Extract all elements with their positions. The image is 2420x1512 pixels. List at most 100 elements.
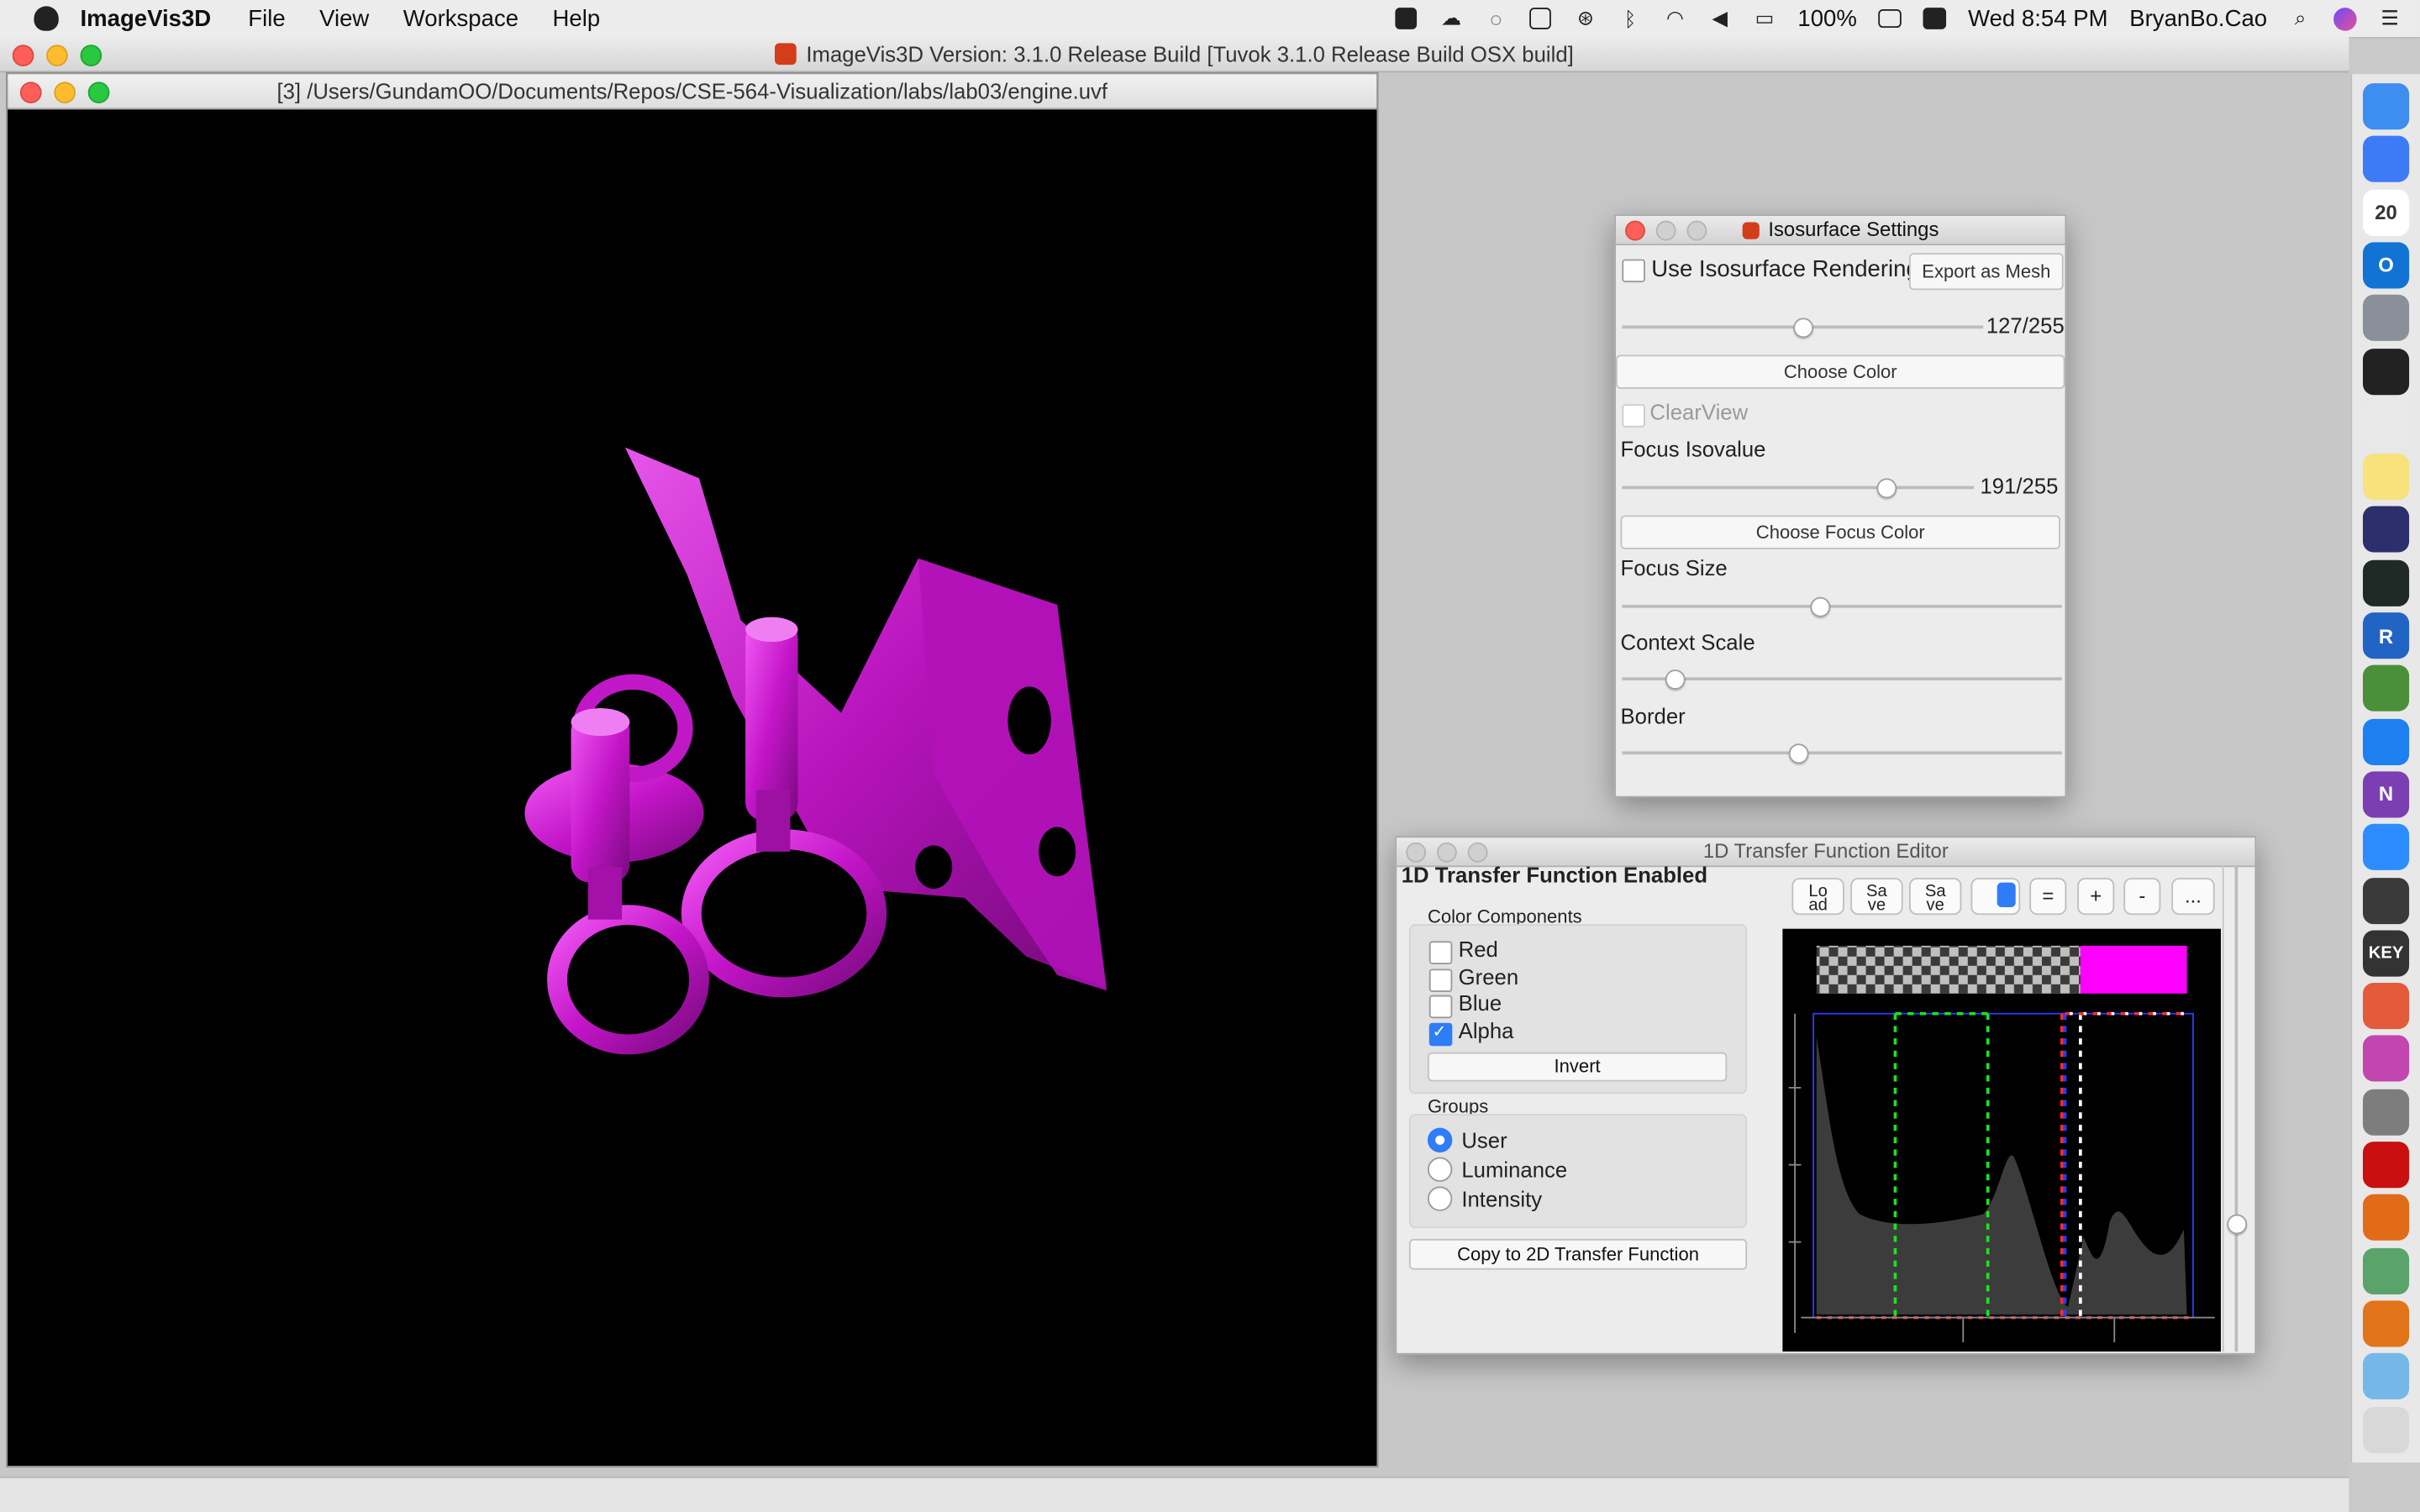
tf-zoom-button[interactable] [1467, 842, 1488, 863]
acrobat-icon[interactable] [2362, 1142, 2410, 1189]
group-intensity-radio[interactable] [1427, 1186, 1453, 1211]
invert-button[interactable]: Invert [1427, 1052, 1728, 1082]
imagevis2-icon[interactable] [2362, 1300, 2410, 1347]
atom-icon[interactable] [2362, 1247, 2410, 1294]
save-as-button[interactable]: Sa ve [1908, 878, 1962, 916]
copy-to-2d-button[interactable]: Copy to 2D Transfer Function [1408, 1238, 1748, 1270]
close-button[interactable] [12, 45, 34, 66]
isosurface-settings-panel: Isosurface Settings Use Isosurface Rende… [1614, 214, 2067, 798]
tf-canvas[interactable] [1782, 928, 2222, 1352]
render-window[interactable]: [3] /Users/GundamOO/Documents/Repos/CSE-… [6, 72, 1379, 1467]
tf-minimize-button[interactable] [1436, 842, 1457, 863]
clock[interactable]: Wed 8:54 PM [1968, 5, 2107, 31]
terminal-icon[interactable] [2362, 348, 2410, 395]
focus-size-slider-track[interactable] [1622, 604, 2062, 608]
apple-menu-icon[interactable] [34, 6, 59, 31]
trash-icon[interactable] [2362, 1406, 2410, 1453]
omnifocus-icon[interactable] [2362, 983, 2410, 1030]
iso-minimize-button[interactable] [1655, 220, 1676, 241]
system-preferences-icon[interactable] [2362, 1089, 2410, 1136]
context-scale-slider-knob[interactable] [1665, 669, 1686, 690]
onenote-icon[interactable]: N [2362, 771, 2410, 818]
imagevis-icon[interactable] [2362, 1194, 2410, 1242]
mode-select[interactable] [1970, 878, 2021, 916]
notes-icon[interactable] [2362, 454, 2410, 501]
notification-center-icon[interactable]: ☰ [2378, 6, 2402, 30]
group-luminance-option[interactable]: Luminance [1427, 1157, 1567, 1182]
menu-file[interactable]: File [248, 5, 285, 31]
more-button[interactable]: ... [2171, 878, 2215, 916]
focus-size-slider-knob[interactable] [1810, 596, 1831, 617]
focus-isovalue-slider-track[interactable] [1622, 486, 1975, 490]
minus-button[interactable]: - [2123, 878, 2161, 916]
plus-button[interactable]: + [2077, 878, 2115, 916]
equal-button[interactable]: = [2029, 878, 2067, 916]
creative-cloud-icon[interactable]: ☁ [1439, 6, 1463, 30]
battery-icon[interactable] [1878, 7, 1902, 30]
focus-isovalue-slider-knob[interactable] [1876, 478, 1897, 499]
border-slider-track[interactable] [1622, 751, 2062, 755]
paw-icon[interactable] [2362, 136, 2410, 183]
green-checkbox[interactable] [1428, 969, 1453, 996]
load-button[interactable]: Lo ad [1791, 878, 1844, 916]
wifi-icon[interactable]: ◠ [1664, 6, 1687, 30]
context-scale-slider-track[interactable] [1622, 677, 2062, 680]
isovalue-slider-knob[interactable] [1792, 318, 1813, 339]
bluetooth-icon[interactable]: ᛒ [1618, 7, 1642, 30]
calendar-icon[interactable]: 20 [2362, 189, 2410, 236]
finder-icon[interactable] [2362, 83, 2410, 130]
eclipse-icon[interactable] [2362, 507, 2410, 554]
save-button[interactable]: Sa ve [1850, 878, 1903, 916]
keynote-icon[interactable]: KEY [2362, 930, 2410, 977]
group-intensity-option[interactable]: Intensity [1427, 1186, 1542, 1211]
group-user-radio[interactable] [1427, 1127, 1453, 1153]
co-icon[interactable] [1923, 7, 1947, 30]
tf-vertical-slider-track[interactable] [2234, 865, 2238, 1352]
border-slider-knob[interactable] [1788, 743, 1809, 764]
teamviewer-icon[interactable] [2362, 718, 2410, 765]
volume-icon[interactable]: ◀ [1708, 6, 1732, 30]
render-close-button[interactable] [19, 81, 42, 104]
iso-close-button[interactable] [1625, 220, 1645, 241]
render-zoom-button[interactable] [87, 81, 110, 104]
choose-color-button[interactable]: Choose Color [1616, 354, 2065, 389]
outlook-icon[interactable]: O [2362, 242, 2410, 289]
use-iso-checkbox[interactable] [1622, 259, 1645, 284]
display-icon[interactable] [1529, 7, 1553, 30]
sync-icon[interactable]: ◌ [1485, 7, 1508, 30]
red-checkbox[interactable] [1428, 941, 1453, 969]
zoom-icon[interactable] [2362, 824, 2410, 871]
group-luminance-radio[interactable] [1427, 1157, 1453, 1182]
evernote-tray-icon[interactable] [1395, 7, 1418, 30]
launchpad-icon[interactable] [2362, 295, 2410, 342]
iso-zoom-button[interactable] [1686, 220, 1707, 241]
menu-view[interactable]: View [319, 5, 369, 31]
menu-help[interactable]: Help [552, 5, 600, 31]
app-menu[interactable]: ImageVis3D [81, 5, 212, 31]
clearview-checkbox[interactable] [1622, 404, 1645, 432]
render-minimize-button[interactable] [54, 81, 76, 104]
globe-icon[interactable] [2362, 665, 2410, 712]
r-icon[interactable]: R [2362, 612, 2410, 659]
folder-icon[interactable] [2362, 1353, 2410, 1400]
spotlight-search-icon[interactable]: ⌕ [2289, 6, 2312, 30]
chrome-icon[interactable] [2362, 401, 2410, 448]
airplay-icon[interactable]: ▭ [1753, 6, 1776, 30]
menu-workspace[interactable]: Workspace [403, 5, 518, 31]
user-name[interactable]: BryanBo.Cao [2129, 5, 2267, 31]
activity-monitor-icon[interactable] [2362, 559, 2410, 606]
zoom-button[interactable] [80, 45, 103, 66]
paint-icon[interactable] [2362, 1036, 2410, 1083]
blue-checkbox[interactable] [1428, 995, 1453, 1023]
choose-focus-color-button[interactable]: Choose Focus Color [1620, 515, 2060, 549]
group-user-option[interactable]: User [1427, 1127, 1507, 1153]
export-mesh-button[interactable]: Export as Mesh [1908, 253, 2064, 291]
tf-close-button[interactable] [1406, 842, 1427, 863]
accessibility-icon[interactable]: ⊛ [1574, 6, 1597, 30]
render-viewport[interactable] [8, 111, 1377, 1466]
siri-icon[interactable] [2333, 7, 2357, 30]
tf-vertical-slider-knob[interactable] [2227, 1214, 2248, 1235]
alpha-checkbox[interactable] [1428, 1021, 1453, 1051]
minimize-button[interactable] [46, 45, 68, 66]
quicktime-icon[interactable] [2362, 877, 2410, 924]
